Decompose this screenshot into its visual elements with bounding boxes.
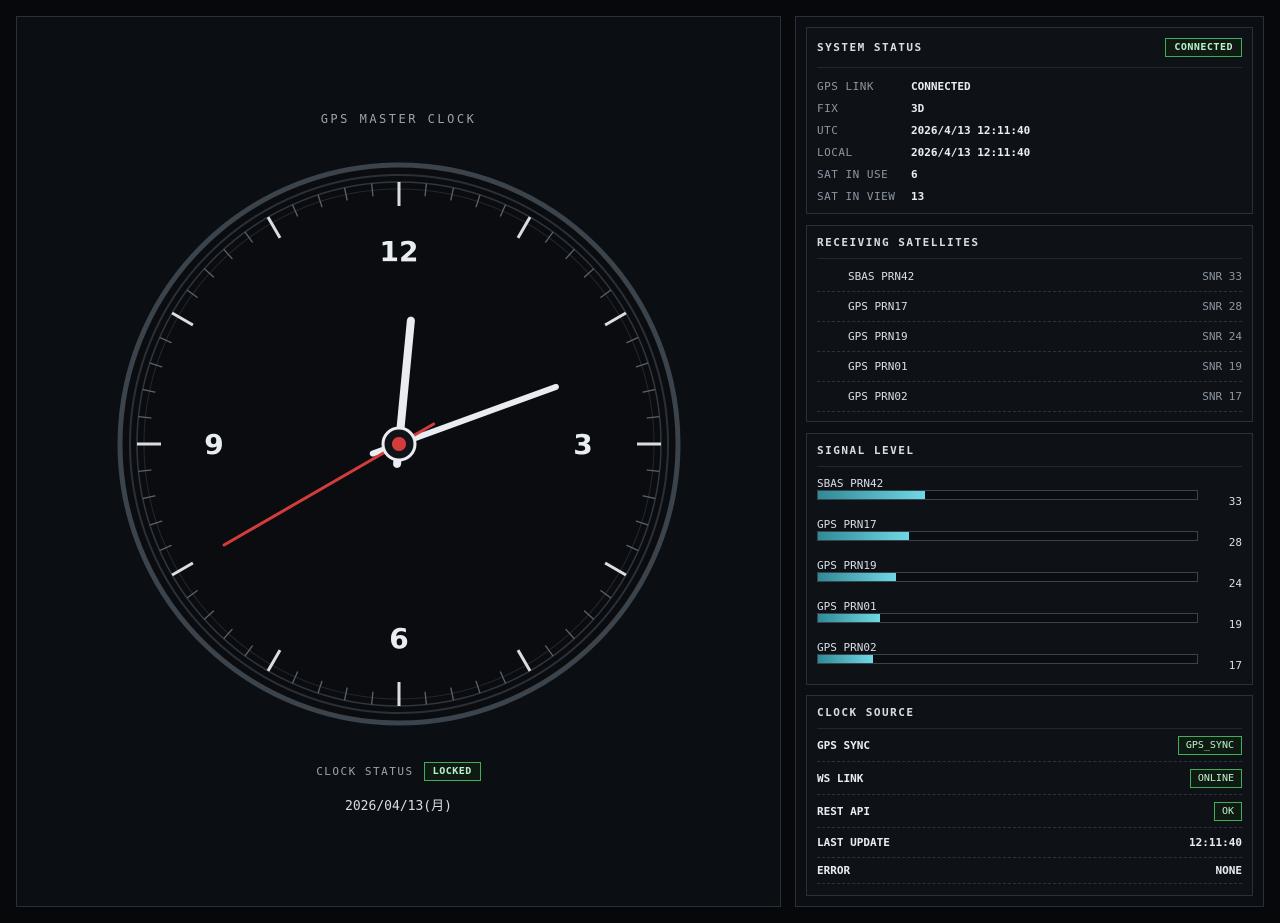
signal-name: GPS PRN02	[817, 641, 877, 654]
numeral-6: 6	[389, 622, 408, 655]
source-row: LAST UPDATE 12:11:40	[817, 828, 1242, 858]
status-key: FIX	[817, 101, 839, 115]
signal-header: SIGNAL LEVEL	[817, 434, 1242, 467]
source-row: REST API OK	[817, 795, 1242, 828]
signal-bar	[817, 490, 1198, 500]
numeral-3: 3	[573, 428, 592, 461]
source-key: LAST UPDATE	[817, 836, 890, 849]
satellites-card: RECEIVING SATELLITES SBAS PRN42 SNR 33 GP…	[806, 225, 1253, 422]
clock-panel: GPS MASTER CLOCK 12 3 6 9 CLOCK STATUS L…	[16, 16, 781, 907]
source-value: NONE	[1215, 864, 1243, 877]
signal-title: SIGNAL LEVEL	[817, 443, 915, 457]
status-key: GPS LINK	[817, 79, 874, 93]
signal-row: GPS PRN01 19	[817, 590, 1242, 631]
status-value: CONNECTED	[911, 79, 971, 93]
source-badge: ONLINE	[1189, 768, 1242, 788]
source-value: 12:11:40	[1189, 836, 1242, 849]
signal-row: GPS PRN17 28	[817, 508, 1242, 549]
clock-status-label: CLOCK STATUS	[316, 765, 414, 778]
source-row: GPS SYNC GPS_SYNC	[817, 729, 1242, 762]
source-key: ERROR	[817, 864, 851, 877]
signal-bar	[817, 531, 1198, 541]
satellite-snr: SNR 17	[1202, 390, 1242, 403]
status-key: LOCAL	[817, 145, 853, 159]
status-value: 3D	[911, 101, 925, 115]
clock-source-card: CLOCK SOURCE GPS SYNC GPS_SYNC WS LINK ONL…	[806, 695, 1253, 896]
center-dot	[392, 437, 406, 451]
signal-bar-fill	[818, 491, 925, 499]
clock-date: 2026/04/13(月)	[345, 799, 452, 814]
signal-row: GPS PRN19 24	[817, 549, 1242, 590]
satellite-name: SBAS PRN42	[848, 270, 915, 283]
satellites-header: RECEIVING SATELLITES	[817, 226, 1242, 259]
status-row: FIX 3D	[817, 97, 1242, 119]
signal-bar	[817, 654, 1198, 664]
clock-status: CLOCK STATUS LOCKED	[17, 762, 780, 781]
signal-value: 19	[1228, 618, 1242, 631]
satellite-row: SBAS PRN42 SNR 33	[817, 262, 1242, 292]
clock-source-header: CLOCK SOURCE	[817, 696, 1242, 729]
numeral-9: 9	[204, 428, 223, 461]
signal-bar	[817, 613, 1198, 623]
satellite-row: GPS PRN19 SNR 24	[817, 322, 1242, 352]
satellite-name: GPS PRN01	[848, 360, 908, 373]
status-row: LOCAL 2026/4/13 12:11:40	[817, 141, 1242, 163]
signal-name: GPS PRN17	[817, 518, 877, 531]
status-value: 2026/4/13 12:11:40	[911, 123, 1031, 137]
numeral-12: 12	[380, 235, 419, 268]
signal-row: SBAS PRN42 33	[817, 467, 1242, 508]
satellite-name: GPS PRN19	[848, 330, 908, 343]
satellite-name: GPS PRN02	[848, 390, 908, 403]
signal-value: 17	[1228, 659, 1242, 672]
status-row: SAT IN USE 6	[817, 163, 1242, 185]
source-badge: OK	[1213, 801, 1242, 821]
signal-bar-fill	[818, 614, 880, 622]
satellite-snr: SNR 24	[1202, 330, 1242, 343]
info-panel: SYSTEM STATUS CONNECTED GPS LINK CONNECTE…	[795, 16, 1264, 907]
source-key: WS LINK	[817, 771, 864, 785]
status-key: UTC	[817, 123, 839, 137]
status-value: 2026/4/13 12:11:40	[911, 145, 1031, 159]
status-value: 6	[911, 167, 918, 181]
clock-status-badge: LOCKED	[423, 762, 481, 781]
signal-bar	[817, 572, 1198, 582]
system-status-header: SYSTEM STATUS CONNECTED	[817, 28, 1242, 68]
signal-bar-fill	[818, 655, 874, 663]
status-row: SAT IN VIEW 13	[817, 185, 1242, 207]
signal-name: GPS PRN19	[817, 559, 877, 572]
signal-name: SBAS PRN42	[817, 477, 884, 490]
status-row: UTC 2026/4/13 12:11:40	[817, 119, 1242, 141]
source-key: REST API	[817, 804, 870, 818]
connection-badge: CONNECTED	[1165, 38, 1242, 57]
system-status-title: SYSTEM STATUS	[817, 41, 923, 54]
satellites-title: RECEIVING SATELLITES	[817, 235, 980, 249]
status-row: GPS LINK CONNECTED	[817, 75, 1242, 97]
signal-row: GPS PRN02 17	[817, 631, 1242, 672]
signal-value: 24	[1228, 577, 1242, 590]
system-status-card: SYSTEM STATUS CONNECTED GPS LINK CONNECTE…	[806, 27, 1253, 214]
satellite-row: GPS PRN01 SNR 19	[817, 352, 1242, 382]
satellite-snr: SNR 33	[1202, 270, 1242, 283]
status-key: SAT IN USE	[817, 167, 889, 181]
satellite-snr: SNR 28	[1202, 300, 1242, 313]
source-row: ERROR NONE	[817, 858, 1242, 884]
satellite-name: GPS PRN17	[848, 300, 908, 313]
source-row: WS LINK ONLINE	[817, 762, 1242, 795]
satellite-row: GPS PRN02 SNR 17	[817, 382, 1242, 412]
clock-source-title: CLOCK SOURCE	[817, 705, 915, 719]
status-key: SAT IN VIEW	[817, 189, 896, 203]
source-key: GPS SYNC	[817, 738, 870, 752]
signal-value: 28	[1228, 536, 1242, 549]
signal-bar-fill	[818, 532, 909, 540]
source-badge: GPS_SYNC	[1177, 735, 1242, 755]
signal-card: SIGNAL LEVEL SBAS PRN42 33 GPS PRN17 28 GP…	[806, 433, 1253, 685]
satellite-row: GPS PRN17 SNR 28	[817, 292, 1242, 322]
satellite-snr: SNR 19	[1202, 360, 1242, 373]
signal-bar-fill	[818, 573, 896, 581]
status-value: 13	[911, 189, 925, 203]
signal-value: 33	[1228, 495, 1242, 508]
signal-name: GPS PRN01	[817, 600, 877, 613]
